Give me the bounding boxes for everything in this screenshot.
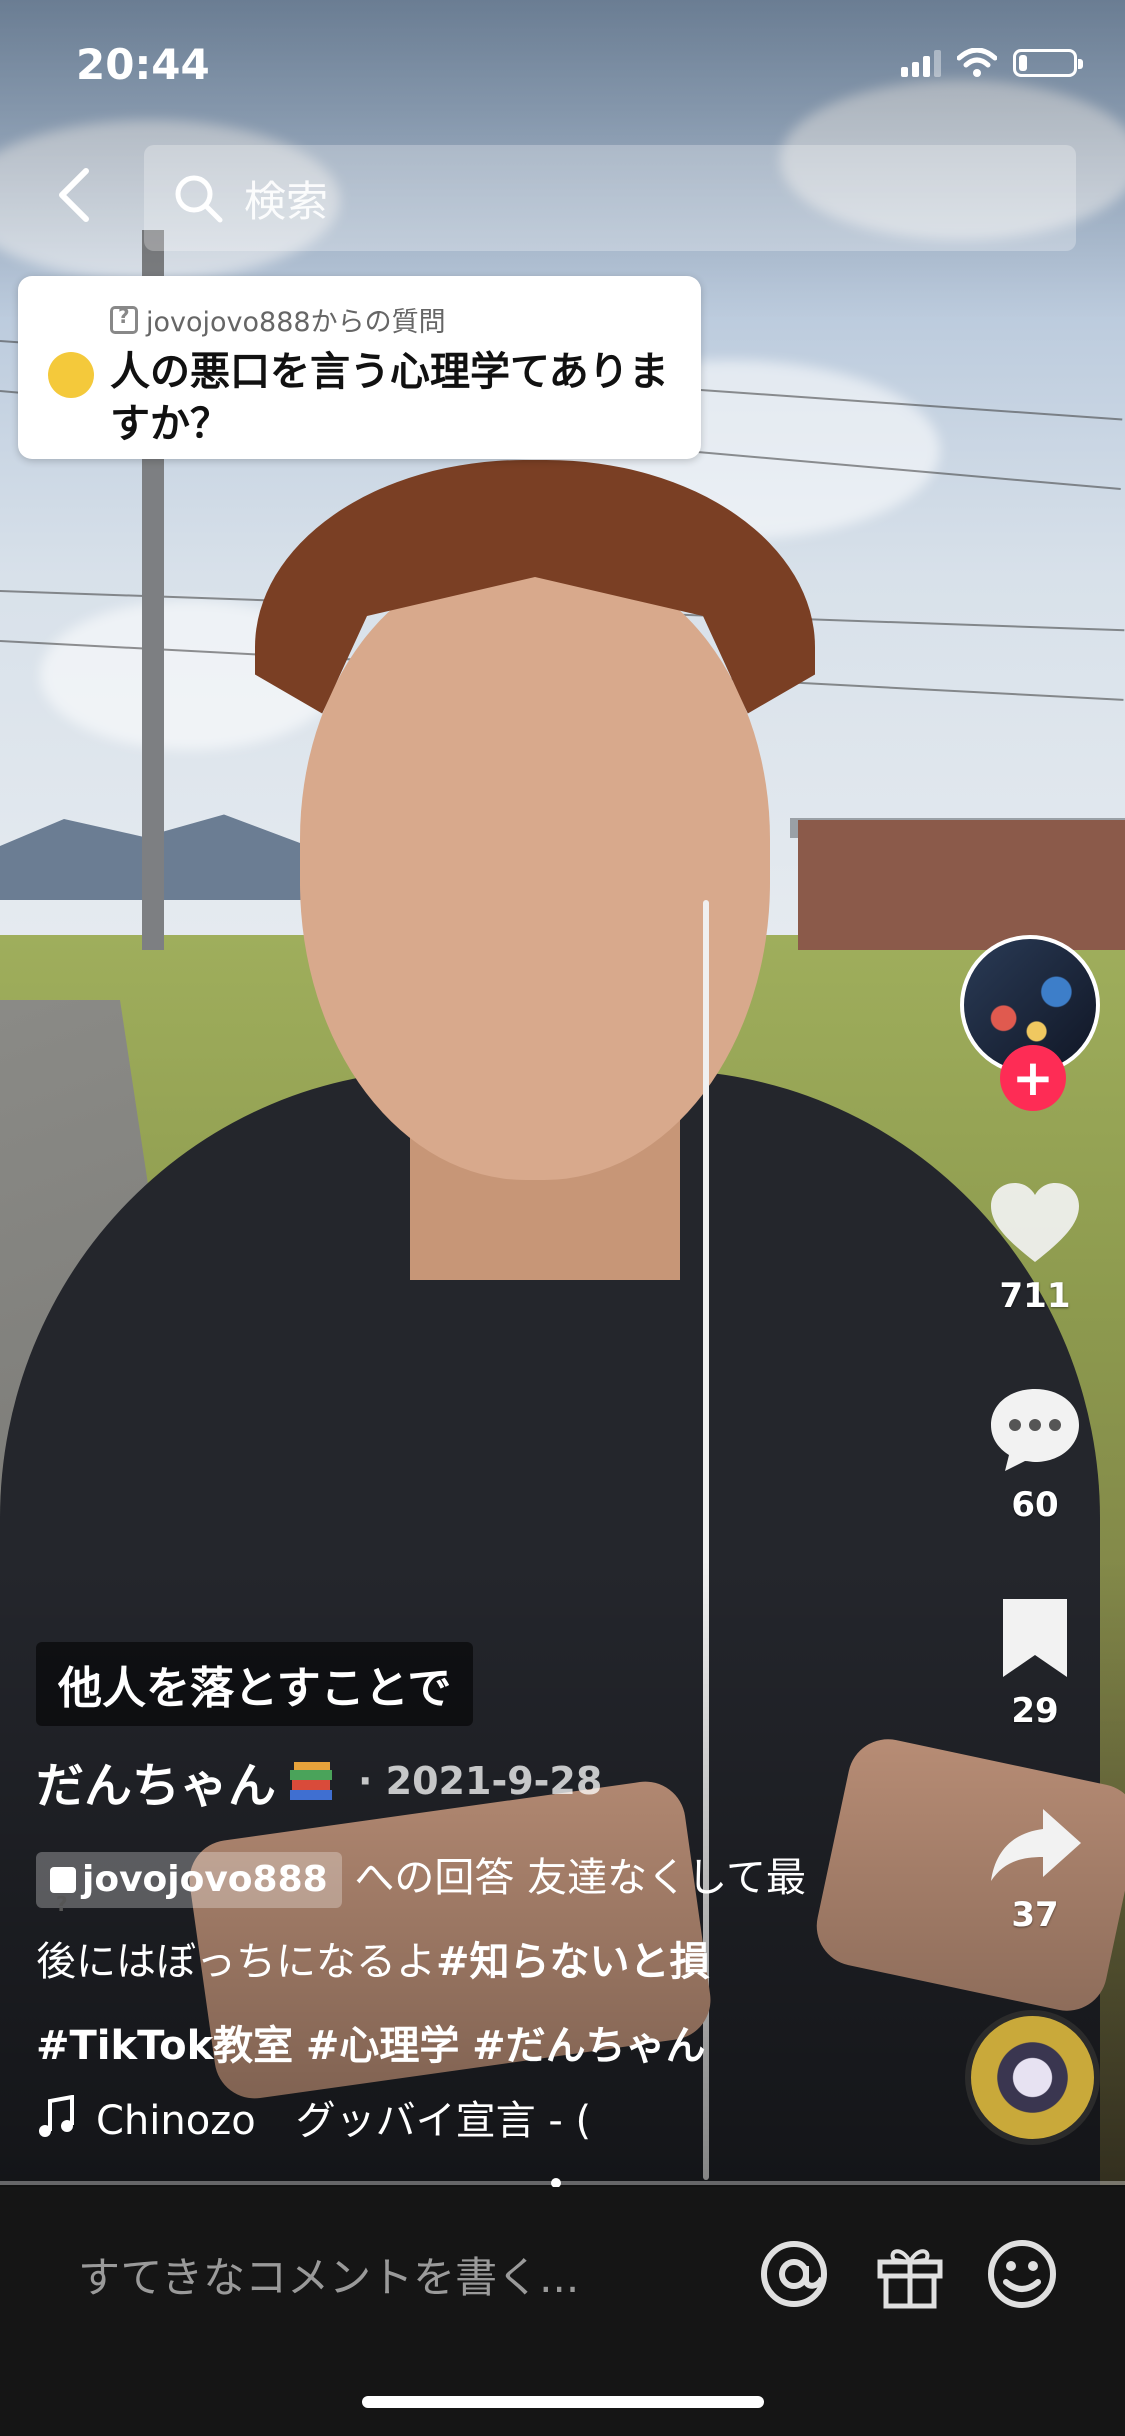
save-button[interactable]: 29 <box>980 1595 1090 1731</box>
question-emoji-icon <box>48 352 94 398</box>
reply-badge[interactable]: jovojovo888 <box>36 1852 342 1946</box>
comment-button[interactable]: 60 <box>980 1385 1090 1525</box>
music-title: Chinozo グッバイ宣言 - ( <box>96 2098 592 2144</box>
like-button[interactable]: 711 <box>980 1180 1090 1316</box>
cellular-signal-icon <box>901 49 941 77</box>
creator-info[interactable]: だんちゃん · 2021-9-28 <box>36 1746 602 1816</box>
music-info[interactable]: Chinozo グッバイ宣言 - ( <box>36 2088 591 2146</box>
home-indicator[interactable] <box>362 2396 764 2408</box>
post-date: · 2021-9-28 <box>358 1759 603 1803</box>
gift-icon[interactable] <box>872 2236 948 2312</box>
video-description: jovojovo888 への回答 友達なくして最後にはぼっちになるよ#知らないと… <box>36 1836 836 2088</box>
hashtag[interactable]: #TikTok教室 <box>36 2023 293 2069</box>
comment-count: 60 <box>1011 1485 1059 1525</box>
emoji-icon[interactable] <box>984 2236 1060 2312</box>
search-icon <box>175 175 223 223</box>
hashtag[interactable]: #心理学 <box>306 2023 460 2069</box>
question-icon <box>50 1862 76 1946</box>
heart-icon <box>991 1183 1079 1262</box>
question-from-user: jovojovo888からの質問 <box>146 307 446 338</box>
playback-progress-bar[interactable] <box>0 2178 1125 2188</box>
wifi-icon <box>957 48 997 77</box>
video-building <box>798 820 1125 950</box>
overlay-caption: 他人を落とすことで <box>36 1642 474 1726</box>
share-icon <box>991 1809 1081 1881</box>
music-disc[interactable] <box>965 2010 1100 2145</box>
creator-username[interactable]: だんちゃん <box>36 1746 276 1816</box>
question-card-header: jovojovo888からの質問 <box>110 300 446 339</box>
bookmark-icon <box>1003 1599 1067 1677</box>
share-button[interactable]: 37 <box>980 1805 1090 1935</box>
music-note-icon <box>39 2095 74 2137</box>
comment-icon <box>991 1389 1079 1471</box>
person-face <box>300 560 770 1180</box>
save-count: 29 <box>1011 1691 1059 1731</box>
question-card[interactable]: jovojovo888からの質問 人の悪口を言う心理学てありますか？ <box>18 276 701 459</box>
search-input[interactable]: 検索 <box>144 145 1076 251</box>
back-button[interactable] <box>44 160 104 230</box>
battery-icon <box>1013 49 1083 77</box>
share-count: 37 <box>1011 1895 1059 1935</box>
question-text: 人の悪口を言う心理学てありますか？ <box>110 349 669 447</box>
search-placeholder: 検索 <box>244 176 329 226</box>
hashtag[interactable]: #知らないと損 <box>436 1939 710 1985</box>
back-icon <box>59 168 89 222</box>
follow-button[interactable]: + <box>1000 1045 1066 1111</box>
books-icon <box>290 1762 333 1800</box>
reply-user: jovojovo888 <box>82 1859 328 1900</box>
reply-suffix: への回答 <box>354 1855 515 1901</box>
comment-input[interactable]: すてきなコメントを書く... <box>78 2244 579 2305</box>
status-icons <box>901 48 1083 78</box>
like-count: 711 <box>999 1276 1071 1316</box>
question-icon <box>110 304 138 334</box>
status-time: 20:44 <box>76 40 210 89</box>
hashtag[interactable]: #だんちゃん <box>472 2023 706 2069</box>
battery-level <box>1019 55 1027 71</box>
at-icon[interactable] <box>756 2236 832 2312</box>
